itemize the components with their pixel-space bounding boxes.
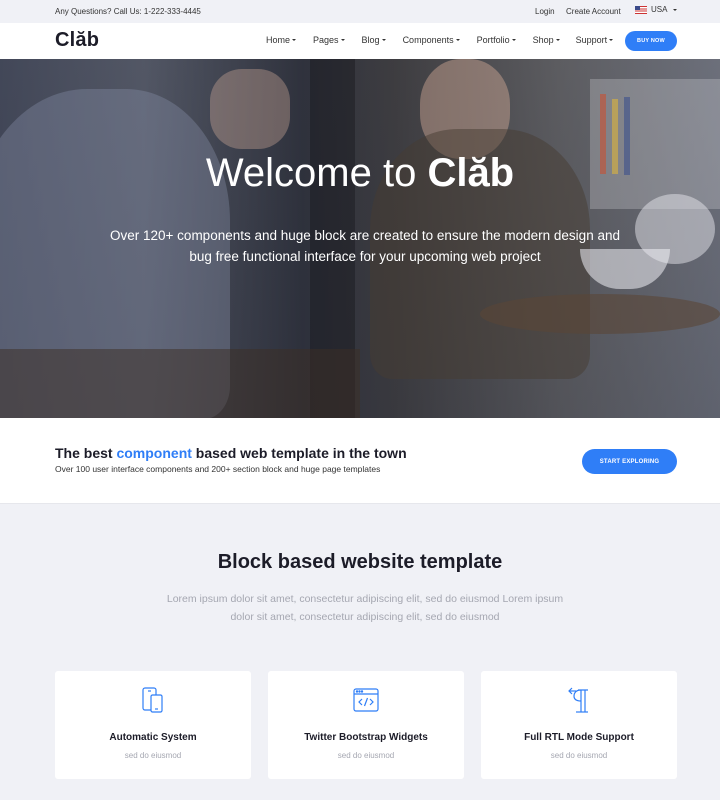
- chevron-down-icon: [340, 39, 345, 41]
- promo-title-accent: component: [116, 445, 192, 461]
- section-title: Block based website template: [217, 551, 503, 573]
- nav-item-label: Portfolio: [476, 35, 510, 45]
- feature-title: Full RTL Mode Support: [524, 732, 634, 743]
- chevron-down-icon: [381, 39, 386, 41]
- hero-title: Welcome to Clăb: [0, 151, 720, 196]
- chevron-down-icon: [511, 39, 516, 41]
- promo-strip: The best component based web template in…: [0, 418, 720, 504]
- hero-title-brand: Clăb: [427, 151, 515, 195]
- main-nav: Clăb Home Pages Blog Components Portfoli…: [0, 23, 720, 59]
- nav-item-shop[interactable]: Shop: [533, 35, 560, 45]
- nav-item-label: Home: [266, 35, 291, 45]
- feature-cards: Automatic System sed do eiusmod Twitter …: [55, 671, 677, 779]
- contact-info: Any Questions? Call Us: 1-222-333-4445: [55, 7, 201, 16]
- feature-subtitle: sed do eiusmod: [337, 751, 395, 760]
- login-link[interactable]: Login: [535, 7, 555, 16]
- language-selector[interactable]: USA: [635, 5, 678, 14]
- nav-item-blog[interactable]: Blog: [362, 35, 386, 45]
- feature-title: Twitter Bootstrap Widgets: [304, 732, 428, 743]
- feature-title: Automatic System: [109, 732, 197, 743]
- feature-card[interactable]: Twitter Bootstrap Widgets sed do eiusmod: [268, 671, 464, 779]
- chevron-down-icon: [292, 39, 297, 41]
- hero-subtitle: Over 120+ components and huge block are …: [110, 228, 620, 264]
- promo-title-end: based web template in the town: [191, 445, 407, 461]
- nav-item-portfolio[interactable]: Portfolio: [477, 35, 516, 45]
- nav-item-label: Support: [575, 35, 608, 45]
- nav-menu: Home Pages Blog Components Portfolio Sho…: [266, 35, 614, 45]
- feature-subtitle: sed do eiusmod: [550, 751, 608, 760]
- create-account-link[interactable]: Create Account: [566, 7, 621, 16]
- feature-subtitle: sed do eiusmod: [124, 751, 182, 760]
- nav-item-label: Blog: [361, 35, 380, 45]
- code-window-icon: [353, 688, 379, 712]
- devices-icon: [142, 687, 163, 713]
- buy-now-button[interactable]: BUY NOW: [625, 31, 677, 51]
- promo-title: The best component based web template in…: [55, 445, 407, 461]
- language-label: USA: [651, 5, 668, 14]
- chevron-down-icon: [609, 39, 614, 41]
- rtl-paragraph-icon: [568, 687, 588, 713]
- nav-item-label: Pages: [313, 35, 339, 45]
- nav-item-pages[interactable]: Pages: [313, 35, 345, 45]
- promo-subtitle: Over 100 user interface components and 2…: [55, 464, 381, 474]
- promo-title-start: The best: [55, 445, 117, 461]
- logo[interactable]: Clăb: [55, 29, 99, 52]
- chevron-down-icon: [555, 39, 560, 41]
- section-subtitle: Lorem ipsum dolor sit amet, consectetur …: [166, 593, 564, 623]
- feature-card[interactable]: Automatic System sed do eiusmod: [55, 671, 251, 779]
- hero-section: Welcome to Clăb Over 120+ components and…: [0, 59, 720, 418]
- chevron-down-icon: [455, 39, 460, 41]
- feature-card[interactable]: Full RTL Mode Support sed do eiusmod: [481, 671, 677, 779]
- start-exploring-button[interactable]: START EXPLORING: [582, 449, 677, 474]
- hero-title-prefix: Welcome to: [205, 151, 428, 195]
- chevron-down-icon: [673, 8, 678, 11]
- nav-item-components[interactable]: Components: [403, 35, 460, 45]
- nav-item-label: Shop: [532, 35, 554, 45]
- nav-item-support[interactable]: Support: [576, 35, 614, 45]
- nav-item-label: Components: [402, 35, 454, 45]
- us-flag-icon: [635, 5, 647, 14]
- nav-item-home[interactable]: Home: [266, 35, 297, 45]
- top-bar: Any Questions? Call Us: 1-222-333-4445 L…: [0, 0, 720, 23]
